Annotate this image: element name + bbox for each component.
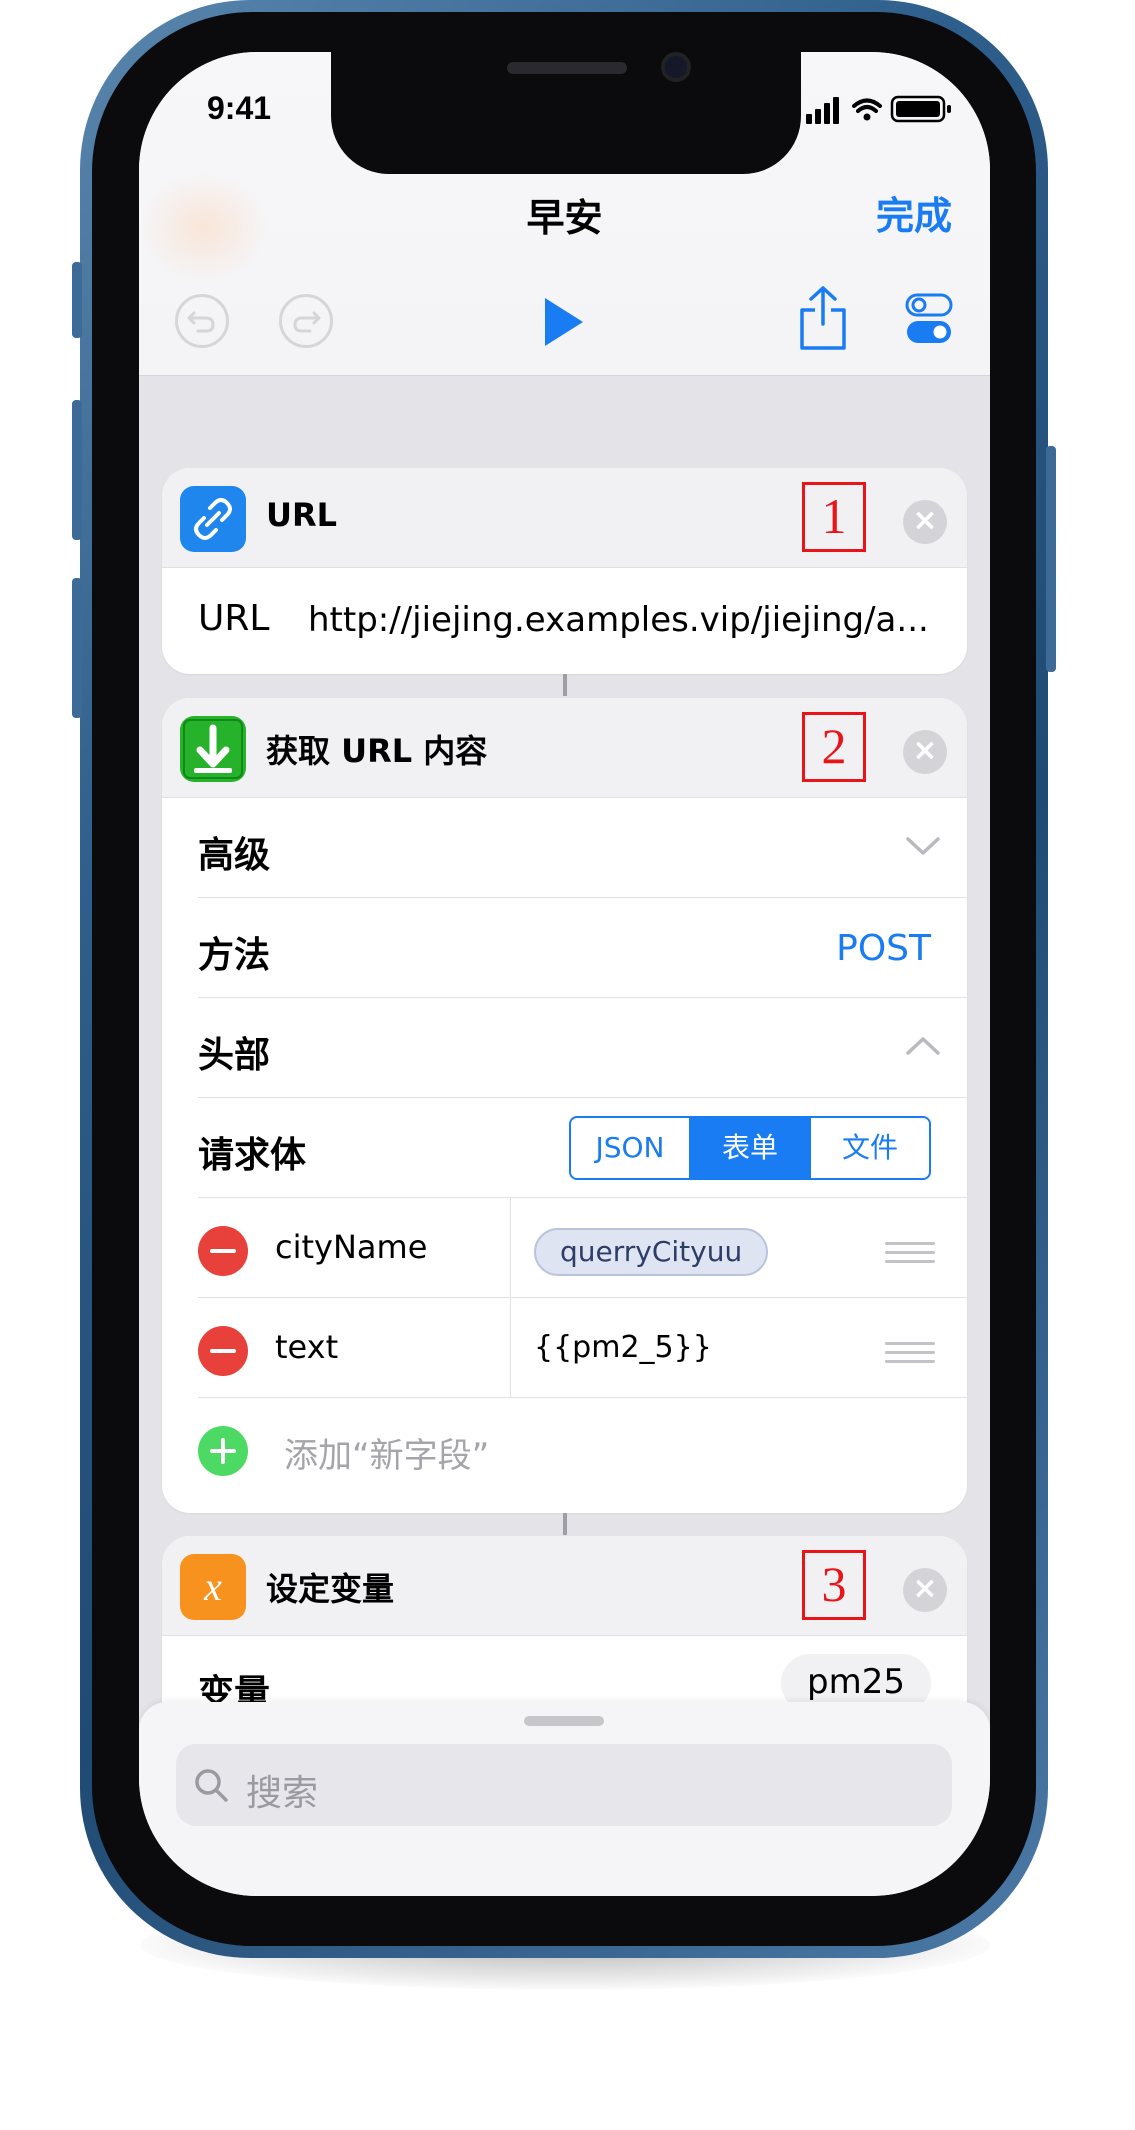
actions-list: URL 1 × URL http://jiejing.examples.vip/… [139, 376, 990, 1764]
power-button [1046, 446, 1056, 672]
phone-screen: 9:41 早安 完成 URL 1 × URL http://jiejing.ex… [139, 52, 990, 1896]
search-icon [195, 1769, 228, 1802]
shortcut-title: 早安 [526, 196, 603, 240]
advanced-row[interactable]: 高级 [198, 798, 967, 898]
field-divider [510, 1298, 511, 1398]
url-action-title: URL [266, 496, 338, 534]
annotation-badge-2: 2 [802, 712, 866, 782]
search-placeholder: 搜索 [246, 1773, 319, 1814]
svg-text:x: x [203, 1564, 222, 1609]
request-body-segmented-control: JSON 表单 文件 [569, 1116, 931, 1180]
headers-label: 头部 [198, 1035, 271, 1076]
request-body-row: 请求体 JSON 表单 文件 [198, 1098, 967, 1198]
volume-up-button [72, 400, 82, 540]
url-action-card: URL 1 × URL http://jiejing.examples.vip/… [162, 468, 967, 674]
chevron-up-icon[interactable] [905, 1034, 941, 1058]
settings-button[interactable] [905, 292, 953, 350]
headers-row[interactable]: 头部 [198, 998, 967, 1098]
status-icons [806, 94, 956, 124]
notch [331, 52, 801, 174]
method-label: 方法 [198, 935, 271, 976]
sheet-grab-handle[interactable] [524, 1716, 604, 1726]
url-action-header: URL 1 × [162, 468, 967, 568]
get-url-contents-title: 获取 URL 内容 [266, 732, 488, 770]
remove-action-icon[interactable]: × [903, 730, 947, 774]
search-field[interactable]: 搜索 [176, 1744, 952, 1826]
method-value[interactable]: POST [836, 928, 931, 969]
remove-action-icon[interactable]: × [903, 500, 947, 544]
redo-icon [279, 294, 333, 348]
share-icon [800, 286, 846, 350]
method-row[interactable]: 方法 POST [198, 898, 967, 998]
field-key[interactable]: text [275, 1328, 338, 1366]
run-button[interactable] [539, 292, 589, 356]
form-field-row: cityName querryCityuu [198, 1198, 967, 1298]
annotation-badge-3: 3 [802, 1550, 866, 1620]
set-variable-title: 设定变量 [266, 1570, 395, 1608]
url-field-value[interactable]: http://jiejing.examples.vip/jiejing/a... [308, 600, 929, 640]
silent-switch [72, 262, 82, 338]
undo-icon [175, 294, 229, 348]
variable-token[interactable]: querryCityuu [534, 1228, 769, 1276]
action-search-sheet: 搜索 [139, 1702, 990, 1896]
form-field-row: text {{pm2_5}} [198, 1298, 967, 1398]
signal-wifi-battery-icon [806, 95, 951, 124]
add-new-field-row[interactable]: 添加“新字段” [198, 1398, 967, 1506]
volume-down-button [72, 578, 82, 718]
action-connector [563, 674, 567, 696]
annotation-badge-1: 1 [802, 482, 866, 552]
add-field-icon[interactable] [198, 1426, 248, 1476]
advanced-label: 高级 [198, 835, 271, 876]
speaker [507, 62, 627, 74]
delete-field-icon[interactable] [198, 1326, 248, 1376]
request-body-label: 请求体 [198, 1135, 307, 1176]
variable-x-icon: x [180, 1554, 246, 1620]
link-icon [180, 486, 246, 552]
undo-button[interactable] [175, 294, 229, 348]
drag-handle-icon[interactable] [885, 1342, 935, 1369]
share-button[interactable] [797, 284, 849, 356]
url-field-row[interactable]: URL http://jiejing.examples.vip/jiejing/… [198, 568, 967, 674]
action-connector [563, 1513, 567, 1535]
field-key[interactable]: cityName [275, 1228, 427, 1266]
remove-action-icon[interactable]: × [903, 1568, 947, 1612]
redo-button[interactable] [279, 294, 333, 348]
front-camera [661, 52, 691, 82]
status-time: 9:41 [207, 90, 272, 126]
field-divider [510, 1198, 511, 1298]
drag-handle-icon[interactable] [885, 1242, 935, 1269]
add-new-field-label: 添加“新字段” [284, 1436, 490, 1476]
done-button[interactable]: 完成 [876, 185, 952, 240]
url-field-label: URL [198, 598, 270, 639]
field-value[interactable]: {{pm2_5}} [534, 1330, 712, 1365]
segment-form[interactable]: 表单 [691, 1118, 811, 1178]
segment-json[interactable]: JSON [571, 1118, 691, 1178]
play-icon [545, 298, 583, 346]
toggle-settings-icon [905, 293, 953, 343]
get-url-contents-header: 获取 URL 内容 2 × [162, 698, 967, 798]
segment-file[interactable]: 文件 [811, 1118, 929, 1178]
download-icon [180, 716, 246, 782]
delete-field-icon[interactable] [198, 1226, 248, 1276]
chevron-down-icon [906, 837, 940, 855]
set-variable-header: x 设定变量 3 × [162, 1536, 967, 1636]
get-url-contents-card: 获取 URL 内容 2 × 高级 方法 POST 头部 请求体 JSON 表单 … [162, 698, 967, 1513]
